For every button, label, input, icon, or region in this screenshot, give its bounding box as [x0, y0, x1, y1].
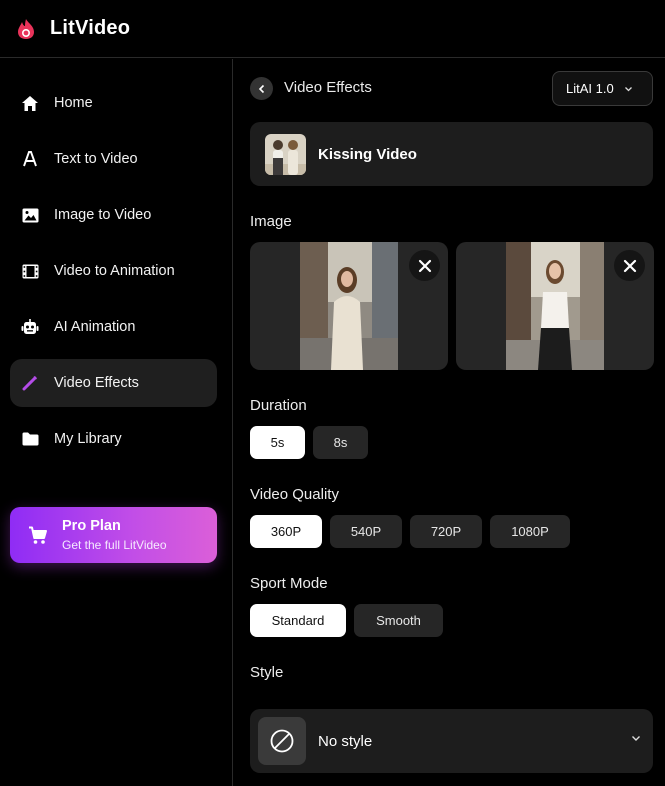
- app-header: LitVideo: [0, 0, 665, 58]
- style-value: No style: [318, 732, 373, 750]
- home-icon: [20, 93, 40, 113]
- sidebar-item-text-to-video[interactable]: Text to Video: [10, 135, 217, 183]
- film-icon: [20, 261, 40, 281]
- sidebar-item-label: Text to Video: [54, 151, 138, 167]
- duration-option-5s[interactable]: 5s: [250, 426, 305, 459]
- page-title: Video Effects: [284, 79, 372, 96]
- model-select[interactable]: LitAI 1.0: [552, 71, 653, 106]
- image-slot-1[interactable]: [250, 242, 448, 370]
- sidebar-item-my-library[interactable]: My Library: [10, 415, 217, 463]
- remove-image-1-button[interactable]: [409, 250, 440, 281]
- uploaded-image-2: [506, 242, 604, 370]
- style-select[interactable]: No style: [250, 709, 653, 773]
- image-section-label: Image: [250, 213, 292, 230]
- robot-icon: [20, 317, 40, 337]
- sidebar-item-label: Home: [54, 95, 93, 111]
- sidebar-item-video-effects[interactable]: Video Effects: [10, 359, 217, 407]
- sidebar-item-label: AI Animation: [54, 319, 136, 335]
- no-style-icon: [270, 729, 294, 753]
- pro-plan-subtitle: Get the full LitVideo: [62, 538, 167, 552]
- chevron-left-icon: [258, 84, 264, 93]
- sport-mode-label: Sport Mode: [250, 575, 328, 592]
- quality-option-1080p[interactable]: 1080P: [490, 515, 570, 548]
- sidebar-item-image-to-video[interactable]: Image to Video: [10, 191, 217, 239]
- text-icon: [20, 149, 40, 169]
- sport-mode-standard[interactable]: Standard: [250, 604, 346, 637]
- main-panel: Video Effects LitAI 1.0 Kissing Video Im…: [234, 59, 665, 786]
- sport-mode-smooth[interactable]: Smooth: [354, 604, 443, 637]
- duration-label: Duration: [250, 397, 307, 414]
- model-select-value: LitAI 1.0: [566, 81, 614, 96]
- image-icon: [20, 205, 40, 225]
- back-button[interactable]: [250, 77, 273, 100]
- effect-name: Kissing Video: [318, 145, 417, 163]
- pro-plan-title: Pro Plan: [62, 518, 121, 534]
- logo-flame-icon: [18, 18, 34, 39]
- video-quality-label: Video Quality: [250, 486, 339, 503]
- sidebar-item-video-to-animation[interactable]: Video to Animation: [10, 247, 217, 295]
- image-slot-2[interactable]: [456, 242, 654, 370]
- effect-thumbnail: [265, 133, 306, 175]
- chevron-down-icon: [632, 736, 640, 741]
- duration-option-8s[interactable]: 8s: [313, 426, 368, 459]
- quality-option-540p[interactable]: 540P: [330, 515, 402, 548]
- quality-option-720p[interactable]: 720P: [410, 515, 482, 548]
- style-label: Style: [250, 664, 284, 681]
- chevron-down-icon: [624, 86, 632, 91]
- sidebar-item-label: Video Effects: [54, 375, 139, 391]
- sidebar-item-label: Video to Animation: [54, 263, 175, 279]
- quality-option-360p[interactable]: 360P: [250, 515, 322, 548]
- folder-icon: [20, 429, 40, 449]
- sidebar-item-label: Image to Video: [54, 207, 152, 223]
- remove-image-2-button[interactable]: [614, 250, 645, 281]
- sidebar-item-ai-animation[interactable]: AI Animation: [10, 303, 217, 351]
- sidebar-item-label: My Library: [54, 431, 122, 447]
- close-icon: [623, 259, 636, 272]
- uploaded-image-1: [300, 242, 398, 370]
- pro-plan-button[interactable]: Pro Plan Get the full LitVideo: [10, 507, 217, 563]
- cart-icon: [29, 526, 47, 544]
- close-icon: [418, 259, 431, 272]
- app-name: LitVideo: [50, 17, 131, 39]
- wand-icon: [20, 373, 40, 393]
- sidebar: Home Text to Video Image to Video Video …: [0, 59, 233, 786]
- effect-card[interactable]: Kissing Video: [250, 122, 653, 186]
- sidebar-item-home[interactable]: Home: [10, 79, 217, 127]
